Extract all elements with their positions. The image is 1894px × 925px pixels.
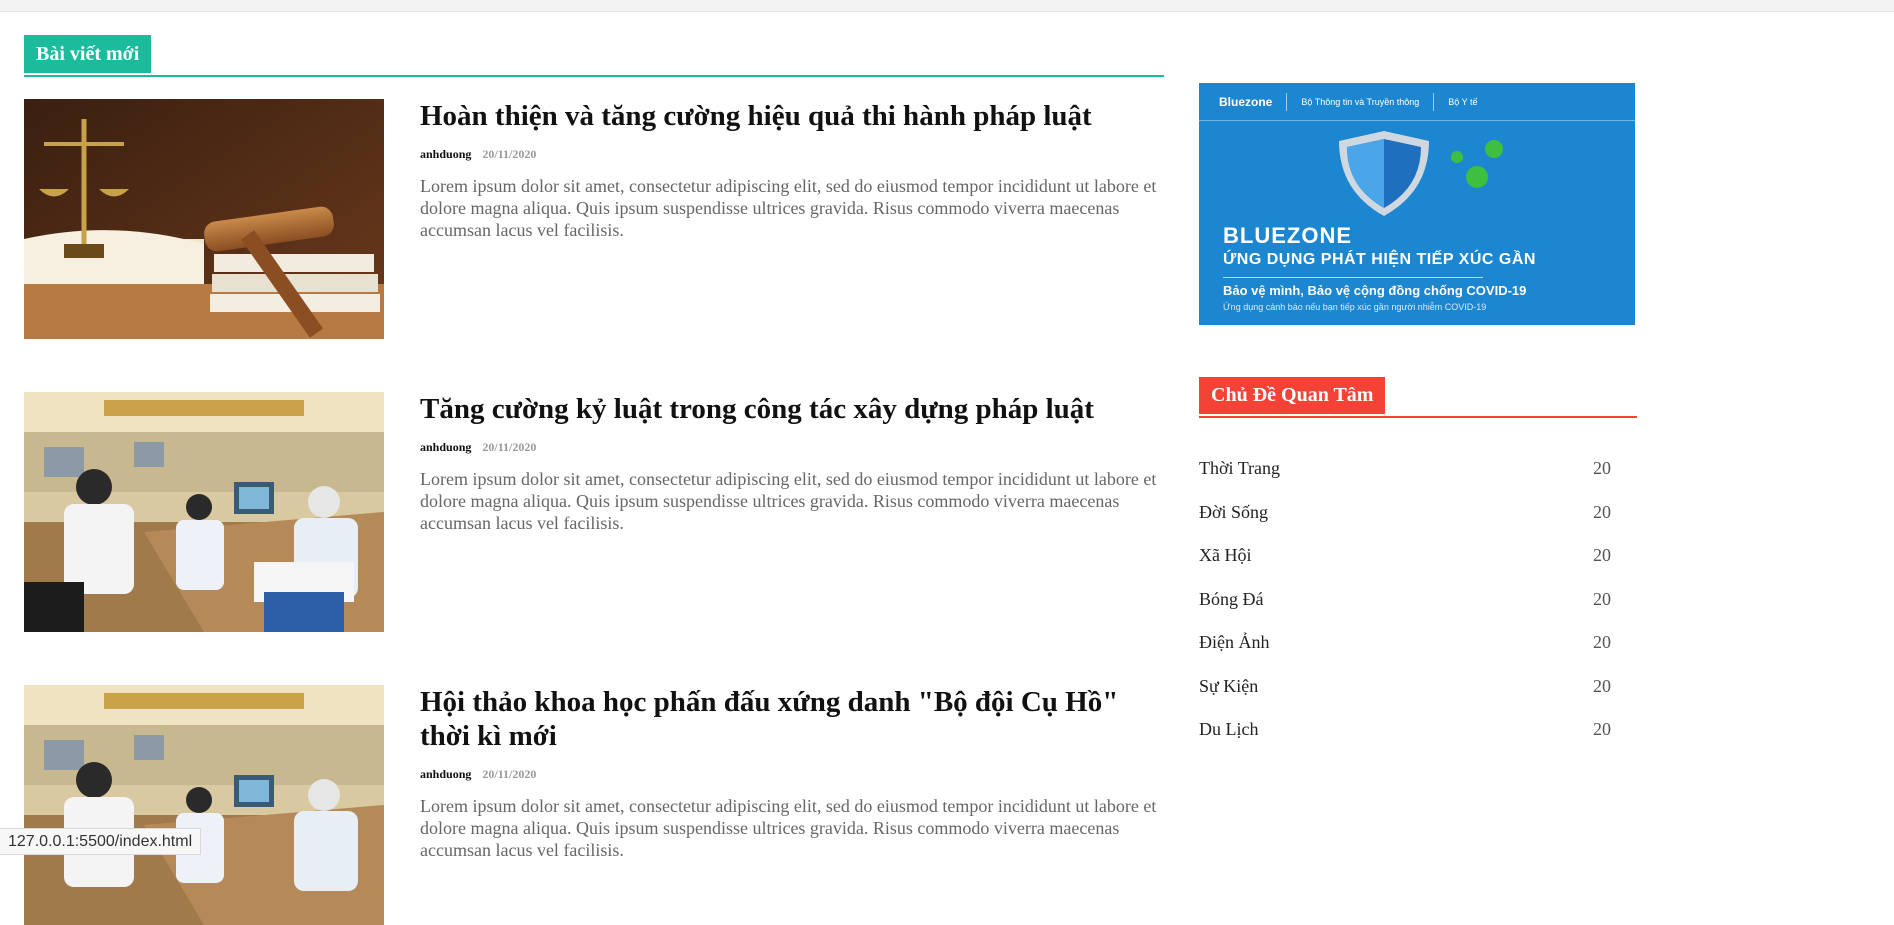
status-url: 127.0.0.1:5500/index.html: [0, 828, 202, 855]
post-title-link[interactable]: Tăng cường kỷ luật trong công tác xây dự…: [420, 392, 1164, 426]
post-card: Hội thảo khoa học phấn đấu xứng danh "Bộ…: [24, 685, 1164, 925]
post-excerpt: Lorem ipsum dolor sit amet, consectetur …: [420, 796, 1157, 860]
office-workers-image: [24, 685, 384, 925]
topic-count: 20: [1593, 458, 1611, 478]
topic-count: 20: [1593, 588, 1611, 609]
browser-top-strip: [0, 0, 1894, 12]
topic-item[interactable]: Xã Hội 20: [1199, 545, 1611, 589]
topic-item[interactable]: Đời Sống 20: [1199, 502, 1611, 546]
office-workers-image: [24, 392, 384, 632]
banner-title: BLUEZONE: [1223, 223, 1352, 248]
topics-title: Chủ Đề Quan Tâm: [1199, 377, 1386, 414]
sidebar: Bluezone Bộ Thông tin và Truyền thông Bộ…: [1199, 83, 1637, 779]
topic-item[interactable]: Bóng Đá 20: [1199, 589, 1611, 633]
post-body: Hoàn thiện và tăng cường hiệu quả thi hà…: [420, 99, 1164, 241]
post-excerpt: Lorem ipsum dolor sit amet, consectetur …: [420, 176, 1157, 240]
post-meta: anhduong 20/11/2020: [420, 440, 1164, 454]
post-date: 20/11/2020: [482, 147, 537, 161]
post-meta: anhduong 20/11/2020: [420, 767, 1164, 781]
bluezone-banner[interactable]: Bluezone Bộ Thông tin và Truyền thông Bộ…: [1199, 83, 1635, 325]
section-title: Bài viết mới: [24, 35, 152, 73]
topic-count: 20: [1593, 719, 1611, 739]
banner-subtitle: ỨNG DỤNG PHÁT HIỆN TIẾP XÚC GẦN: [1223, 251, 1536, 268]
gavel-scales-image: [24, 99, 384, 339]
section-header: Bài viết mới: [24, 35, 1164, 77]
topic-label[interactable]: Điện Ảnh: [1199, 632, 1270, 676]
post-card: Hoàn thiện và tăng cường hiệu quả thi hà…: [24, 99, 1164, 339]
post-date: 20/11/2020: [482, 440, 537, 454]
post-thumbnail[interactable]: [24, 99, 384, 339]
banner-brand: Bluezone: [1219, 94, 1273, 109]
banner-note: Ứng dụng cảnh báo nếu bạn tiếp xúc gần n…: [1223, 302, 1487, 312]
topic-label[interactable]: Bóng Đá: [1199, 589, 1264, 633]
post-title-link[interactable]: Hoàn thiện và tăng cường hiệu quả thi hà…: [420, 99, 1164, 133]
post-meta: anhduong 20/11/2020: [420, 147, 1164, 161]
banner-partner: Bộ Y tế: [1448, 96, 1478, 107]
topic-label[interactable]: Sự Kiện: [1199, 676, 1258, 720]
topic-count: 20: [1593, 545, 1611, 565]
topic-label[interactable]: Thời Trang: [1199, 458, 1280, 502]
topic-count: 20: [1593, 632, 1611, 652]
topics-list: Thời Trang 20 Đời Sống 20 Xã Hội 20 Bóng Đá…: [1199, 458, 1611, 763]
topic-item[interactable]: Sự Kiện 20: [1199, 676, 1611, 720]
topic-item[interactable]: Du Lịch 20: [1199, 719, 1611, 763]
topic-label[interactable]: Xã Hội: [1199, 545, 1252, 589]
topic-item[interactable]: Thời Trang 20: [1199, 458, 1611, 502]
post-title-link[interactable]: Hội thảo khoa học phấn đấu xứng danh "Bộ…: [420, 685, 1164, 753]
topic-count: 20: [1593, 675, 1611, 696]
post-author[interactable]: anhduong: [420, 147, 471, 161]
post-author[interactable]: anhduong: [420, 767, 471, 781]
banner-top-row: Bluezone Bộ Thông tin và Truyền thông Bộ…: [1199, 83, 1635, 121]
shield-icon: [1339, 131, 1503, 216]
topic-count: 20: [1593, 501, 1611, 522]
banner-partner: Bộ Thông tin và Truyền thông: [1301, 96, 1420, 107]
post-thumbnail[interactable]: [24, 685, 384, 925]
post-body: Tăng cường kỷ luật trong công tác xây dự…: [420, 392, 1164, 534]
topic-item[interactable]: Điện Ảnh 20: [1199, 632, 1611, 676]
post-body: Hội thảo khoa học phấn đấu xứng danh "Bộ…: [420, 685, 1164, 861]
post-thumbnail[interactable]: [24, 392, 384, 632]
post-card: Tăng cường kỷ luật trong công tác xây dự…: [24, 392, 1164, 632]
post-excerpt: Lorem ipsum dolor sit amet, consectetur …: [420, 469, 1157, 533]
banner-slogan: Bảo vệ mình, Bảo vệ cộng đồng chống COVI…: [1223, 283, 1527, 298]
latest-posts-section: Bài viết mới Hoàn thiện và tăng cường hi…: [24, 35, 1164, 925]
post-date: 20/11/2020: [482, 767, 537, 781]
topic-label[interactable]: Đời Sống: [1199, 502, 1268, 546]
post-author[interactable]: anhduong: [420, 440, 471, 454]
topic-label[interactable]: Du Lịch: [1199, 719, 1258, 763]
topics-header: Chủ Đề Quan Tâm: [1199, 377, 1637, 418]
